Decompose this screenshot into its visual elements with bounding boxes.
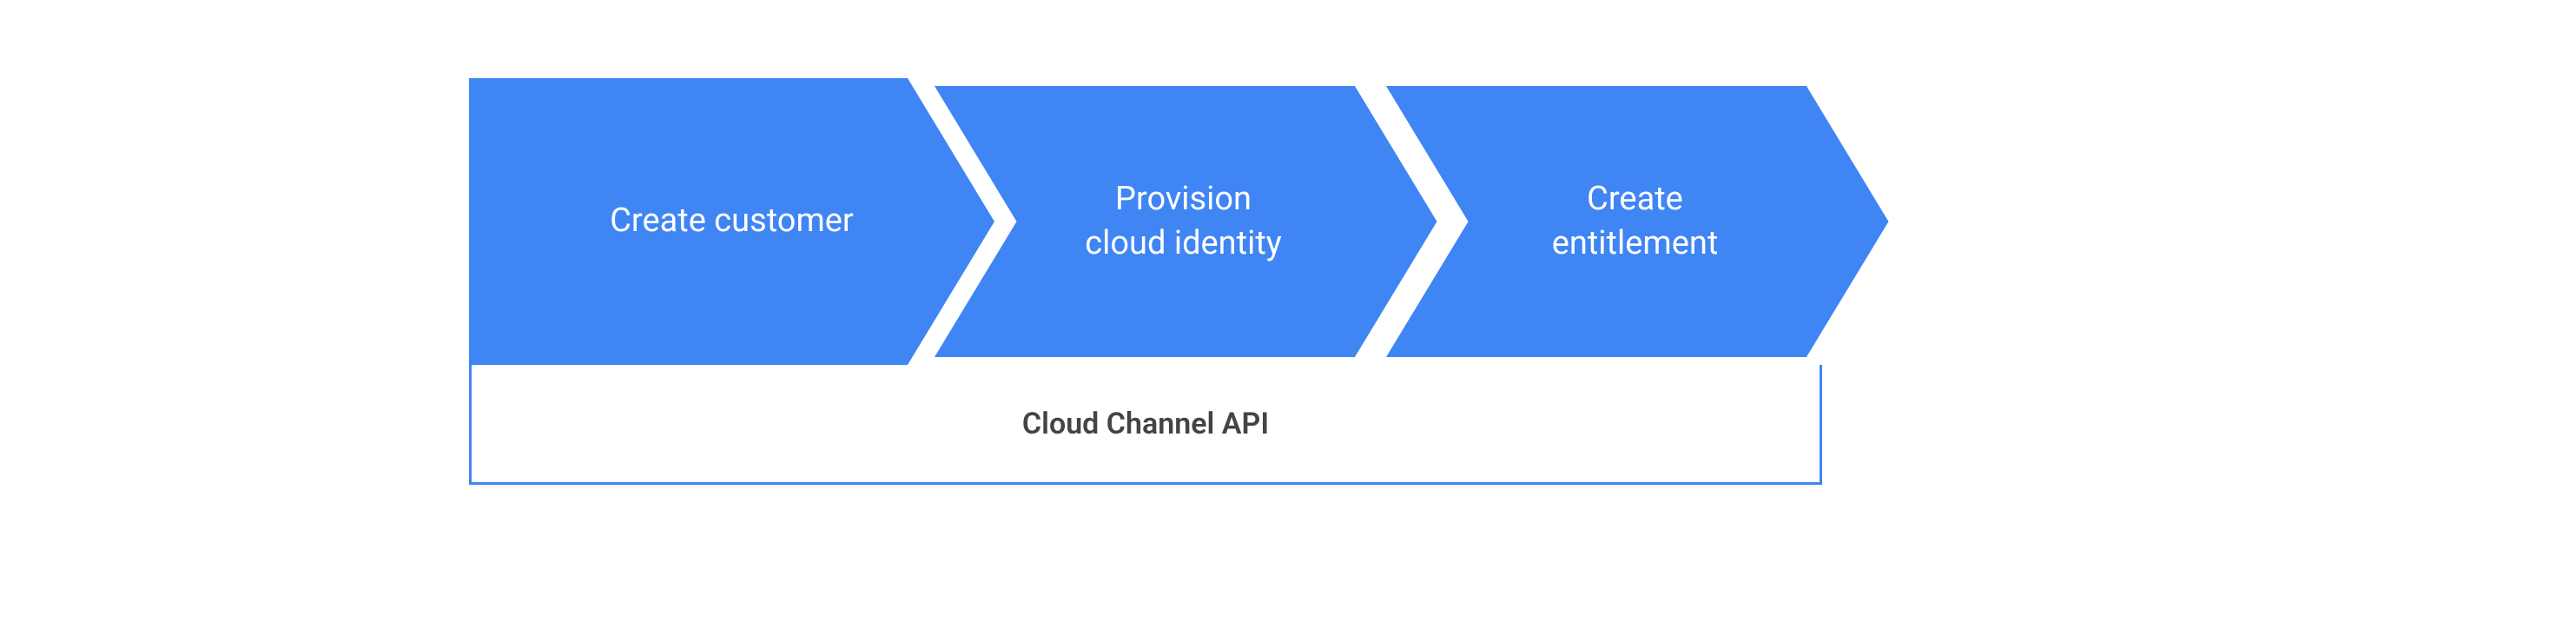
step-create-entitlement: Create entitlement — [1372, 78, 1898, 365]
api-label: Cloud Channel API — [1022, 407, 1269, 441]
step-label: Create customer — [610, 199, 854, 243]
step-provision-cloud-identity: Provision cloud identity — [921, 78, 1446, 365]
step-label: Create entitlement — [1552, 177, 1719, 267]
chevron-row: Create customer Provision cloud identity… — [469, 78, 2058, 365]
step-label: Provision cloud identity — [1085, 177, 1282, 267]
step-create-customer: Create customer — [469, 78, 994, 365]
process-diagram: Create customer Provision cloud identity… — [469, 78, 2058, 485]
api-box: Cloud Channel API — [469, 365, 1822, 485]
